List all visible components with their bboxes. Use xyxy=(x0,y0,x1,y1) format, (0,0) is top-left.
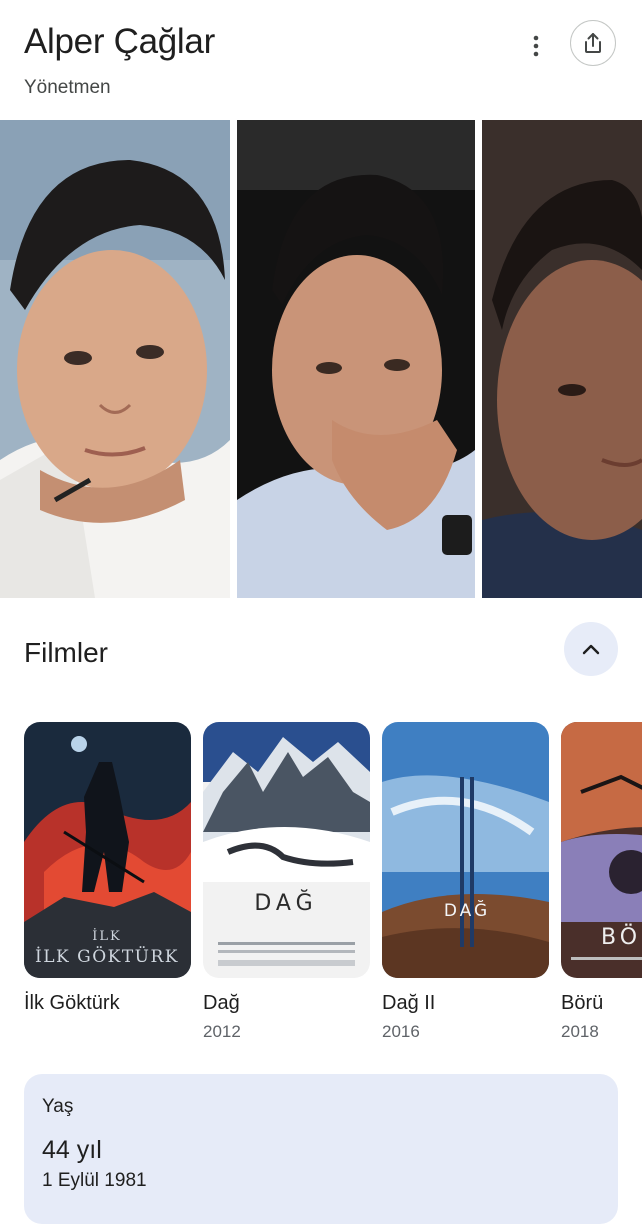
svg-text:İLK: İLK xyxy=(92,927,121,944)
person-photo-3[interactable] xyxy=(482,120,642,598)
share-button[interactable] xyxy=(570,20,616,66)
page-subtitle: Yönetmen xyxy=(24,77,111,98)
film-year: 2012 xyxy=(203,1022,241,1041)
header: Alper Çağlar Yönetmen xyxy=(0,0,642,120)
films-section-title: Filmler xyxy=(24,637,108,668)
person-photo-1[interactable] xyxy=(0,120,230,598)
film-card[interactable]: DAĞ Dağ 2012 xyxy=(203,722,370,1041)
person-photo-2[interactable] xyxy=(237,120,475,598)
share-icon xyxy=(585,33,601,53)
age-label: Yaş xyxy=(42,1096,74,1117)
birth-date: 1 Eylül 1981 xyxy=(42,1170,147,1191)
film-title[interactable]: Dağ II xyxy=(382,992,435,1015)
svg-text:DAĞ: DAĞ xyxy=(444,899,490,921)
chevron-up-icon xyxy=(582,644,600,655)
collapse-button[interactable] xyxy=(564,622,618,676)
film-card[interactable]: BÖ Börü 2018 xyxy=(561,722,642,1041)
film-title[interactable]: İlk Göktürk xyxy=(24,992,120,1015)
film-poster[interactable]: BÖ xyxy=(561,722,642,978)
svg-text:DAĞ: DAĞ xyxy=(254,890,317,916)
films-section-header: Filmler xyxy=(0,600,642,700)
page-title: Alper Çağlar xyxy=(24,22,215,61)
more-vert-icon xyxy=(533,35,539,57)
film-poster[interactable]: İLK İLK GÖKTÜRK xyxy=(24,722,191,978)
film-poster[interactable]: DAĞ xyxy=(382,722,549,978)
more-options-button[interactable] xyxy=(516,28,556,64)
film-poster[interactable]: DAĞ xyxy=(203,722,370,978)
film-card[interactable]: İLK İLK GÖKTÜRK İlk Göktürk xyxy=(24,722,191,1014)
age-card[interactable]: Yaş 44 yıl 1 Eylül 1981 xyxy=(24,1074,618,1224)
svg-text:İLK GÖKTÜRK: İLK GÖKTÜRK xyxy=(35,946,179,967)
film-year: 2018 xyxy=(561,1022,599,1041)
svg-text:BÖ: BÖ xyxy=(601,924,641,950)
film-card[interactable]: DAĞ Dağ II 2016 xyxy=(382,722,549,1041)
age-value: 44 yıl xyxy=(42,1136,102,1164)
films-carousel[interactable]: İLK İLK GÖKTÜRK İlk Göktürk DAĞ Dağ 2012 xyxy=(0,722,642,1052)
film-title[interactable]: Börü xyxy=(561,992,603,1015)
film-title[interactable]: Dağ xyxy=(203,992,240,1015)
film-year: 2016 xyxy=(382,1022,420,1041)
photo-carousel[interactable] xyxy=(0,120,642,598)
